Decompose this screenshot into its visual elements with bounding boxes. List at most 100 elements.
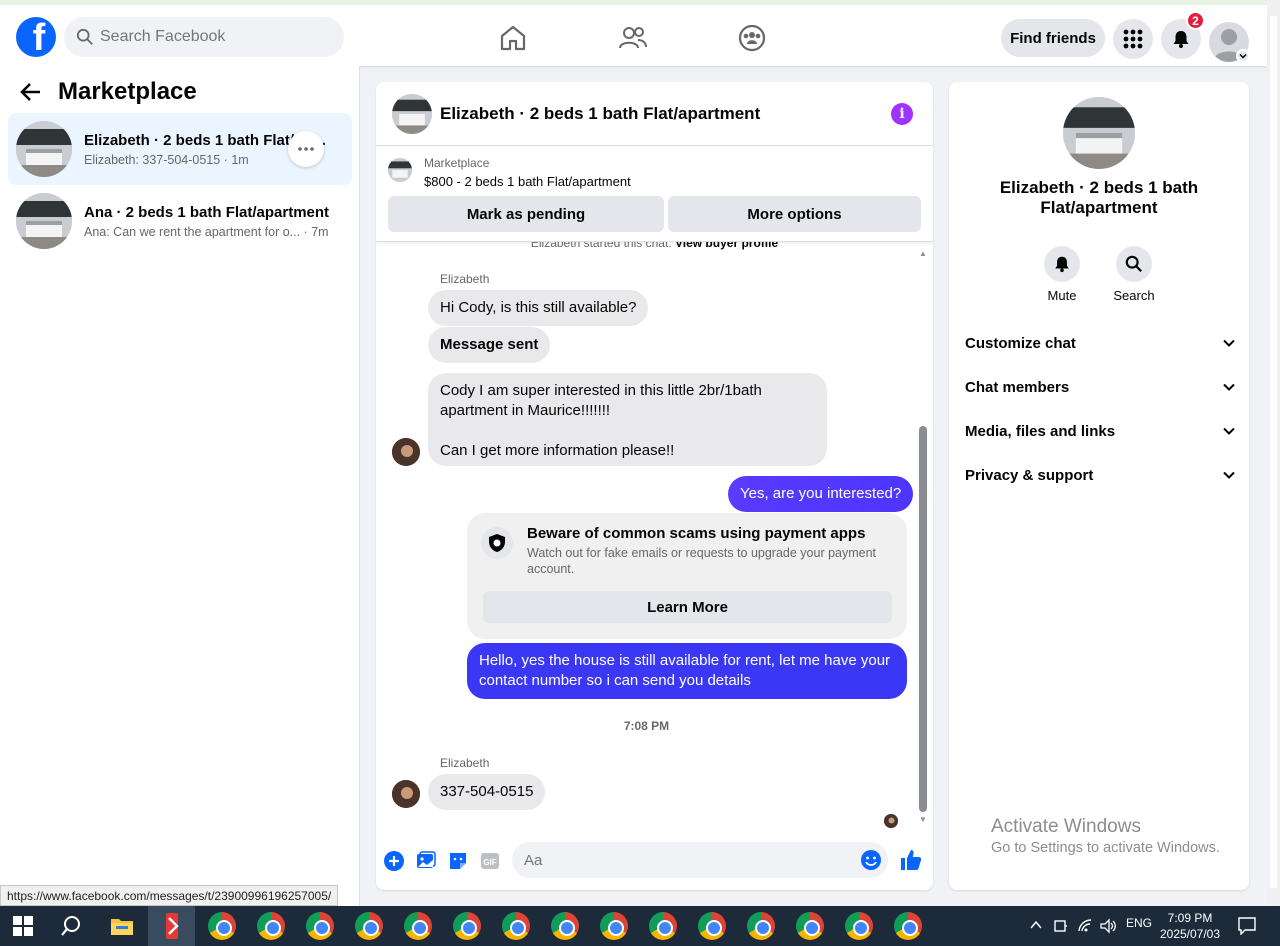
tray-device-icon[interactable] (1054, 918, 1068, 934)
view-buyer-profile-link[interactable]: View buyer profile (675, 242, 778, 250)
listing-thumbnail (16, 121, 72, 177)
chrome-icon[interactable] (796, 912, 824, 940)
customize-chat-row[interactable]: Customize chat (965, 331, 1235, 355)
find-friends-button[interactable]: Find friends (1001, 19, 1105, 57)
chrome-icon[interactable] (649, 912, 677, 940)
chevron-down-icon (1223, 339, 1235, 347)
taskbar-search-icon[interactable] (60, 915, 82, 937)
conversation-title[interactable]: Elizabeth · 2 beds 1 bath Flat/apartment (440, 104, 760, 124)
info-icon[interactable]: i (891, 103, 913, 125)
chrome-icon[interactable] (845, 912, 873, 940)
chrome-icon[interactable] (894, 912, 922, 940)
sender-avatar[interactable] (392, 780, 420, 808)
chrome-icon[interactable] (306, 912, 334, 940)
scroll-up-arrow[interactable]: ▲ (919, 250, 927, 258)
sticker-icon[interactable] (447, 850, 469, 872)
privacy-support-row[interactable]: Privacy & support (965, 463, 1235, 487)
chat-item-ana[interactable]: Ana · 2 beds 1 bath Flat/apartment Ana: … (8, 185, 352, 257)
notifications-button[interactable]: 2 (1161, 11, 1205, 59)
bell-icon (1055, 256, 1069, 273)
chevron-down-icon (1223, 471, 1235, 479)
conversation-header: Elizabeth · 2 beds 1 bath Flat/apartment… (376, 82, 933, 146)
conversation-thumbnail[interactable] (392, 93, 432, 134)
clock-time: 7:09 PM (1167, 911, 1213, 925)
taskbar-clock[interactable]: 7:09 PM 2025/07/03 (1158, 910, 1222, 942)
friends-icon[interactable] (618, 23, 648, 53)
message-text: Can I get more information please!! (440, 442, 675, 459)
sender-avatar[interactable] (392, 438, 420, 466)
facebook-logo[interactable]: f (16, 17, 56, 57)
incoming-message[interactable]: Cody I am super interested in this littl… (428, 373, 827, 466)
message-scrollbar[interactable]: ▲ ▼ (917, 250, 929, 824)
top-navigation-bar: f Find friends 2 (0, 0, 1267, 66)
emoji-icon[interactable] (860, 849, 882, 871)
learn-more-button[interactable]: Learn More (483, 591, 892, 623)
mark-as-pending-button[interactable]: Mark as pending (388, 196, 664, 232)
message-composer: GIF (376, 832, 933, 890)
account-chevron-icon[interactable] (1236, 49, 1250, 63)
sender-name: Elizabeth (440, 272, 490, 286)
chrome-icon[interactable] (747, 912, 775, 940)
listing-price[interactable]: $800 - 2 beds 1 bath Flat/apartment (424, 174, 631, 189)
notification-center-icon[interactable] (1238, 917, 1256, 935)
conversation-large-thumbnail[interactable] (1063, 97, 1135, 169)
search-input[interactable] (100, 28, 320, 46)
message-list: Elizabeth started this chat. View buyer … (376, 242, 933, 832)
scrollbar-thumb[interactable] (919, 426, 927, 812)
chrome-icon[interactable] (404, 912, 432, 940)
volume-icon[interactable] (1100, 918, 1118, 934)
plus-icon[interactable] (383, 850, 405, 872)
search-label: Search (1113, 288, 1155, 303)
tray-chevron-up-icon[interactable] (1030, 920, 1042, 930)
chat-item-elizabeth[interactable]: Elizabeth · 2 beds 1 bath Flat/apartment… (8, 113, 352, 185)
mute-action[interactable]: Mute (1032, 246, 1092, 303)
incoming-message[interactable]: 337-504-0515 (428, 774, 546, 810)
groups-icon[interactable] (737, 23, 767, 53)
scam-warning-text: Watch out for fake emails or requests to… (527, 546, 877, 576)
marketplace-title: Marketplace (58, 78, 197, 105)
page-scrollbar-thumb[interactable] (1270, 16, 1277, 888)
seen-indicator-avatar (884, 814, 898, 828)
taskbar-active-app[interactable] (148, 906, 195, 946)
chevron-down-icon (1223, 383, 1235, 391)
details-title: Elizabeth · 2 beds 1 bath Flat/apartment (999, 178, 1199, 217)
incoming-message[interactable]: Hi Cody, is this still available? (428, 290, 649, 326)
back-arrow-icon[interactable] (20, 81, 42, 103)
message-input[interactable] (524, 851, 824, 869)
chrome-icon[interactable] (502, 912, 530, 940)
listing-small-thumbnail (388, 158, 412, 182)
thumbs-up-icon[interactable] (899, 848, 923, 872)
outgoing-message[interactable]: Yes, are you interested? (728, 476, 914, 512)
chrome-icon[interactable] (551, 912, 579, 940)
more-options-button[interactable] (288, 131, 324, 167)
more-options-button[interactable]: More options (668, 196, 921, 232)
media-files-links-row[interactable]: Media, files and links (965, 419, 1235, 443)
chrome-icon[interactable] (698, 912, 726, 940)
home-icon[interactable] (498, 23, 528, 53)
page-scrollbar[interactable] (1267, 0, 1280, 906)
search-action[interactable]: Search (1104, 246, 1164, 303)
search-facebook-box[interactable] (64, 17, 344, 57)
search-icon (1125, 255, 1142, 272)
ellipsis-icon (298, 147, 314, 151)
left-header: Marketplace (20, 78, 197, 106)
chrome-icon[interactable] (257, 912, 285, 940)
outgoing-message[interactable]: Hello, yes the house is still available … (467, 643, 907, 699)
wifi-icon[interactable] (1077, 918, 1093, 934)
gif-icon[interactable]: GIF (479, 850, 501, 872)
language-indicator[interactable]: ENG (1126, 916, 1152, 930)
chrome-icon[interactable] (355, 912, 383, 940)
chrome-icon[interactable] (600, 912, 628, 940)
chrome-icon[interactable] (208, 912, 236, 940)
listing-bar: Marketplace $800 - 2 beds 1 bath Flat/ap… (376, 146, 933, 242)
chat-members-row[interactable]: Chat members (965, 375, 1235, 399)
file-explorer-icon[interactable] (110, 915, 134, 937)
message-input-box[interactable] (512, 842, 888, 878)
photo-icon[interactable] (415, 850, 437, 872)
windows-start-icon[interactable] (13, 916, 33, 936)
chrome-icon[interactable] (453, 912, 481, 940)
bell-icon (1173, 31, 1189, 48)
incoming-message[interactable]: Message sent (428, 327, 551, 363)
scroll-down-arrow[interactable]: ▼ (919, 816, 927, 824)
menu-button[interactable] (1113, 19, 1153, 59)
